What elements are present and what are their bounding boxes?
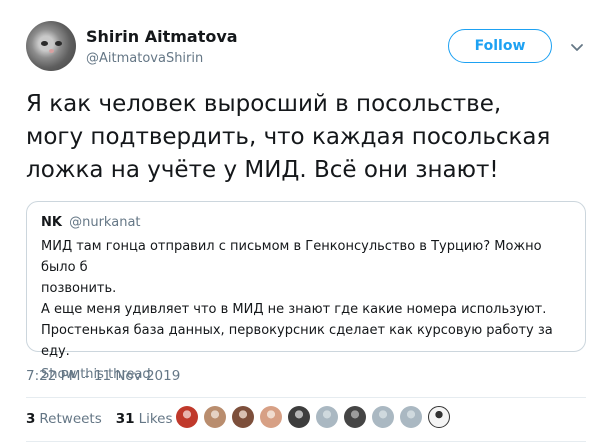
tweet-line: Я как человек выросший в посольстве,	[26, 91, 502, 117]
author-avatar[interactable]	[26, 21, 76, 71]
chevron-down-icon[interactable]	[570, 40, 584, 54]
divider	[26, 441, 586, 442]
divider	[26, 397, 586, 398]
likes-count[interactable]: 31	[116, 411, 135, 427]
quoted-author-name[interactable]: NK	[41, 215, 62, 230]
retweets-label[interactable]: Retweets	[39, 411, 101, 427]
quoted-tweet-text: МИД там гонца отправил с письмом в Генко…	[41, 236, 571, 362]
quoted-tweet[interactable]: NK @nurkanat МИД там гонца отправил с пи…	[26, 201, 586, 382]
quoted-line: Простенькая база данных, первокурсник сд…	[41, 323, 557, 359]
tweet-line: могу подтвердить, что каждая посольская	[26, 124, 551, 150]
liker-avatar[interactable]	[344, 406, 366, 428]
quoted-author-handle[interactable]: @nurkanat	[69, 215, 140, 230]
tweet-text: Я как человек выросший в посольстве, мог…	[26, 88, 586, 187]
quoted-line: А еще меня удивляет что в МИД не знают г…	[41, 302, 547, 317]
retweets-count[interactable]: 3	[26, 411, 35, 427]
likers-avatar-list	[176, 406, 456, 428]
quoted-tweet-header: NK @nurkanat	[41, 214, 571, 232]
follow-button[interactable]: Follow	[448, 29, 552, 63]
liker-avatar[interactable]	[428, 406, 450, 428]
liker-avatar[interactable]	[316, 406, 338, 428]
liker-avatar[interactable]	[260, 406, 282, 428]
quoted-line: МИД там гонца отправил с письмом в Генко…	[41, 239, 546, 275]
avatar-eye-left	[41, 41, 48, 46]
liker-avatar[interactable]	[372, 406, 394, 428]
liker-avatar[interactable]	[288, 406, 310, 428]
likes-label[interactable]: Likes	[139, 411, 173, 427]
tweet-line: ложка на учёте у МИД. Всё они знают!	[26, 157, 499, 183]
liker-avatar[interactable]	[400, 406, 422, 428]
avatar-nose	[49, 49, 54, 53]
tweet-timestamp[interactable]: 7:22 PM - 11 Nov 2019	[26, 368, 180, 384]
author-name[interactable]: Shirin Aitmatova	[86, 27, 238, 46]
tweet-stats: 3 Retweets 31 Likes	[26, 411, 173, 427]
liker-avatar[interactable]	[204, 406, 226, 428]
liker-avatar[interactable]	[176, 406, 198, 428]
quoted-line: позвонить.	[41, 281, 117, 296]
avatar-eye-right	[55, 41, 62, 46]
liker-avatar[interactable]	[232, 406, 254, 428]
author-handle[interactable]: @AitmatovaShirin	[86, 51, 203, 66]
